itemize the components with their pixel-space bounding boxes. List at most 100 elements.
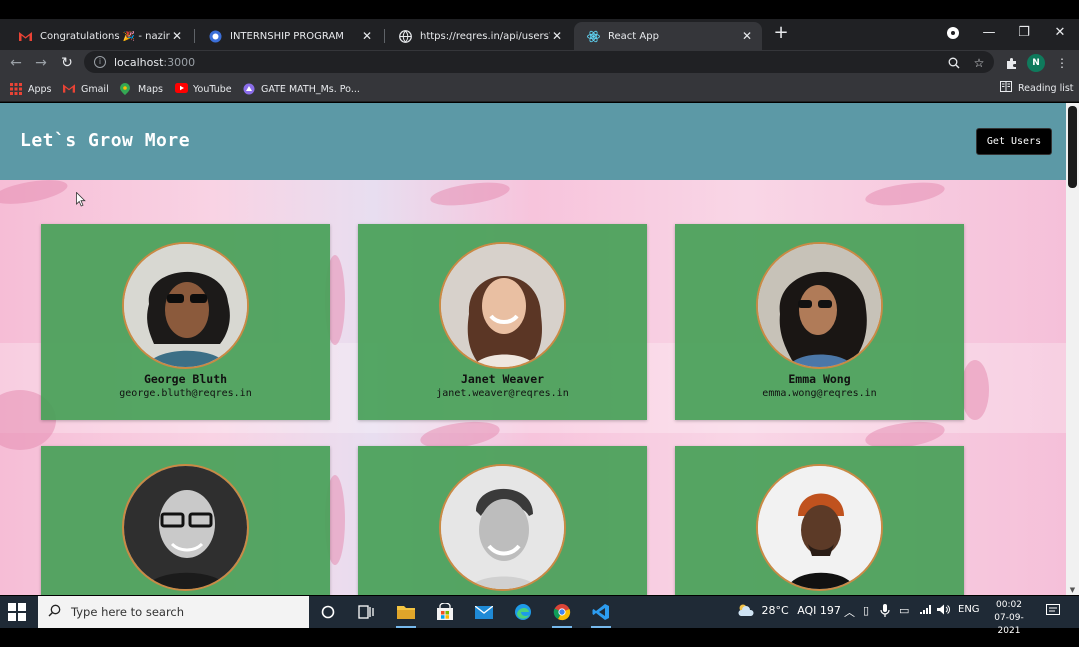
weather-temp: 28°C — [761, 604, 789, 617]
weather-cloud-icon — [738, 604, 754, 619]
tab-title: Congratulations 🎉 - naziransari — [40, 30, 170, 42]
bookmark-maps[interactable]: Maps — [120, 81, 163, 97]
cortana-icon[interactable] — [316, 600, 340, 624]
more-menu-icon[interactable]: ⋮ — [1053, 54, 1071, 72]
chrome-icon[interactable] — [550, 600, 574, 628]
close-tab-icon[interactable]: ✕ — [740, 29, 754, 43]
bookmark-label: Maps — [138, 83, 163, 95]
edge-icon[interactable] — [511, 600, 535, 624]
gmail-icon — [18, 29, 32, 43]
clock-date: 07-09-2021 — [994, 613, 1024, 636]
close-tab-icon[interactable]: ✕ — [550, 29, 564, 43]
bookmark-gmail[interactable]: Gmail — [63, 81, 109, 97]
bookmark-star-icon[interactable]: ☆ — [970, 54, 988, 72]
bookmark-site-icon — [243, 83, 255, 95]
media-control-icon[interactable] — [942, 22, 964, 44]
reload-icon[interactable]: ↻ — [57, 53, 77, 73]
clock-time: 00:02 — [996, 600, 1022, 610]
notifications-icon[interactable] — [1046, 604, 1060, 620]
bookmark-gate-math[interactable]: GATE MATH_Ms. Po... — [243, 81, 360, 97]
tab-gmail[interactable]: Congratulations 🎉 - naziransari ✕ — [6, 22, 192, 50]
taskbar-search-box[interactable]: Type here to search — [38, 596, 309, 628]
bookmark-label: Apps — [28, 83, 52, 95]
user-avatar — [439, 242, 566, 369]
app-header: Let`s Grow More Get Users — [0, 103, 1066, 180]
tab-reqres[interactable]: https://reqres.in/api/users?page= ✕ — [386, 22, 572, 50]
close-window-icon[interactable]: ✕ — [1049, 22, 1071, 44]
taskbar-clock[interactable]: 00:02 07-09-2021 — [985, 599, 1033, 638]
apps-grid-icon — [10, 83, 22, 95]
user-card — [358, 446, 647, 595]
network-icon[interactable] — [919, 604, 932, 618]
windows-start-icon[interactable] — [8, 603, 26, 621]
user-card: Janet Weaver janet.weaver@reqres.in — [358, 224, 647, 420]
back-arrow-icon[interactable]: ← — [6, 53, 26, 73]
youtube-icon — [175, 83, 188, 95]
screen: Congratulations 🎉 - naziransari ✕ INTERN… — [0, 0, 1079, 647]
new-tab-button[interactable]: + — [772, 24, 790, 42]
tab-title: INTERNSHIP PROGRAM — [230, 30, 344, 42]
user-avatar — [122, 242, 249, 369]
bookmark-label: Gmail — [81, 83, 109, 95]
browser-toolbar: ← → ↻ i localhost:3000 ☆ N ⋮ — [0, 50, 1079, 75]
user-avatar — [439, 464, 566, 591]
get-users-button[interactable]: Get Users — [976, 128, 1052, 155]
bookmark-youtube[interactable]: YouTube — [175, 81, 232, 97]
tab-react-app[interactable]: React App ✕ — [574, 22, 762, 50]
store-icon[interactable] — [433, 600, 457, 624]
gmail-icon — [63, 83, 75, 95]
globe-icon — [398, 29, 412, 43]
reading-list-icon — [1000, 81, 1012, 95]
circle-logo-icon — [208, 29, 222, 43]
weather-aqi: AQI 197 — [797, 604, 841, 617]
task-view-icon[interactable] — [354, 600, 378, 624]
address-bar[interactable]: i localhost:3000 — [84, 51, 994, 73]
vscode-icon[interactable] — [589, 600, 613, 628]
minimize-window-icon[interactable]: — — [978, 22, 1000, 44]
user-card: Emma Wong emma.wong@reqres.in — [675, 224, 964, 420]
user-card — [675, 446, 964, 595]
user-name: Janet Weaver — [460, 372, 545, 386]
address-host: localhost — [114, 55, 164, 69]
search-placeholder: Type here to search — [71, 605, 185, 619]
bookmarks-bar: Apps Gmail Maps YouTube GATE MATH_Ms. Po… — [0, 75, 1079, 102]
user-name: George Bluth — [143, 372, 228, 386]
scroll-down-icon[interactable]: ▼ — [1066, 585, 1079, 595]
forward-arrow-icon[interactable]: → — [31, 53, 51, 73]
reading-list[interactable]: Reading list — [1000, 81, 1074, 95]
close-tab-icon[interactable]: ✕ — [360, 29, 374, 43]
microphone-icon[interactable] — [880, 604, 890, 620]
zoom-search-icon[interactable] — [945, 54, 963, 72]
user-name: Emma Wong — [788, 372, 851, 386]
scrollbar-thumb[interactable] — [1068, 106, 1077, 188]
volume-icon[interactable] — [937, 604, 950, 618]
bookmark-apps[interactable]: Apps — [10, 81, 52, 97]
profile-avatar[interactable]: N — [1027, 54, 1045, 72]
weather-widget[interactable]: 28°C AQI 197 — [738, 604, 841, 619]
user-email: janet.weaver@reqres.in — [436, 388, 569, 399]
user-email: george.bluth@reqres.in — [119, 388, 252, 399]
close-tab-icon[interactable]: ✕ — [170, 29, 184, 43]
battery-icon[interactable]: ▭ — [899, 604, 909, 617]
tray-device-icon[interactable]: ▯ — [863, 604, 869, 617]
reading-list-label: Reading list — [1018, 82, 1074, 94]
mail-icon[interactable] — [472, 600, 496, 624]
bookmark-label: GATE MATH_Ms. Po... — [261, 83, 360, 95]
user-email: emma.wong@reqres.in — [762, 388, 877, 399]
mouse-cursor-icon — [76, 192, 86, 207]
bookmark-label: YouTube — [193, 83, 232, 95]
restore-window-icon[interactable]: ❐ — [1013, 22, 1035, 44]
site-info-icon[interactable]: i — [94, 56, 106, 68]
extensions-puzzle-icon[interactable] — [1002, 54, 1020, 72]
user-card: George Bluth george.bluth@reqres.in — [41, 224, 330, 420]
page-viewport: Let`s Grow More Get Users George Bluth g… — [0, 103, 1066, 595]
tray-chevron-up-icon[interactable]: ︿ — [844, 604, 855, 620]
user-card — [41, 446, 330, 595]
language-indicator[interactable]: ENG — [958, 604, 980, 615]
user-avatar — [756, 464, 883, 591]
file-explorer-icon[interactable] — [394, 600, 418, 628]
tab-internship[interactable]: INTERNSHIP PROGRAM ✕ — [196, 22, 382, 50]
tab-title: https://reqres.in/api/users?page= — [420, 30, 550, 42]
tab-strip: Congratulations 🎉 - naziransari ✕ INTERN… — [0, 19, 1079, 50]
windows-taskbar: Type here to search 28°C AQI 197 ︿ ▯ ▭ E… — [0, 596, 1079, 636]
